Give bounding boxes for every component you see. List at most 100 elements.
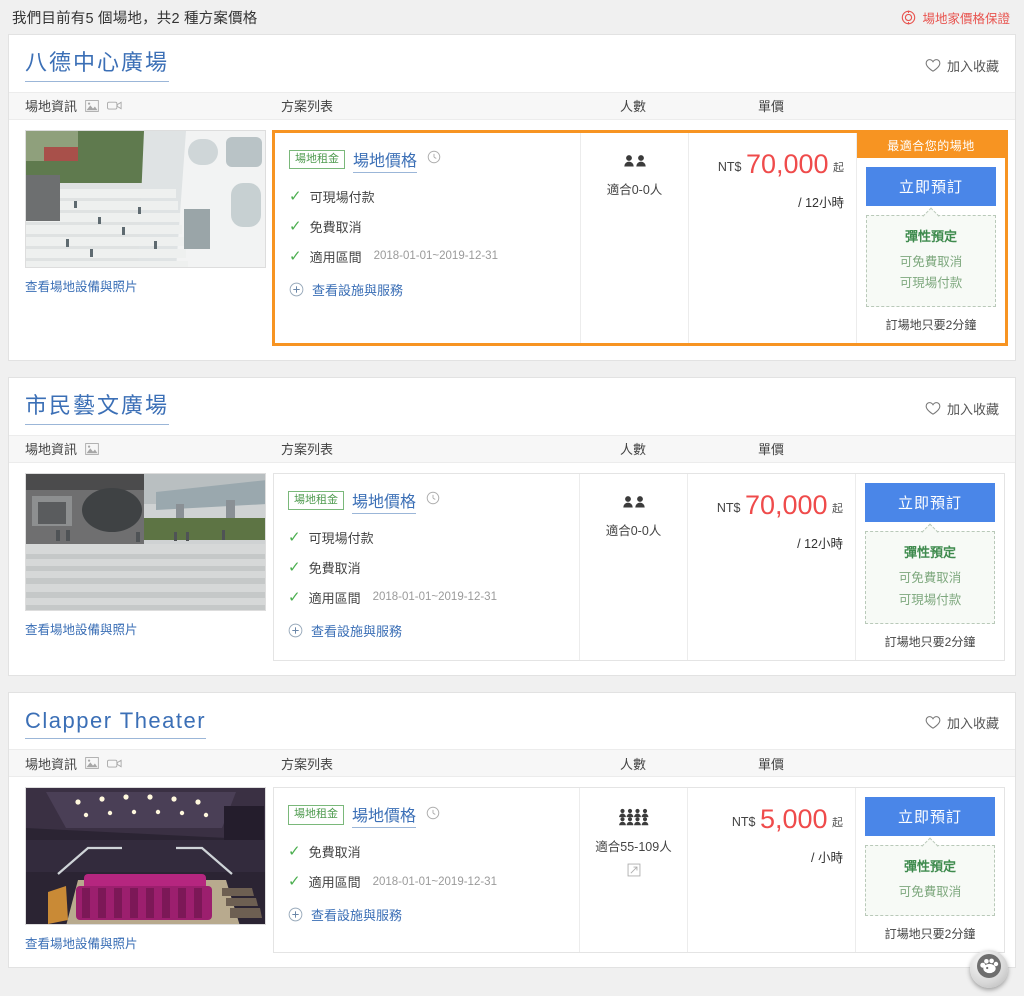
view-facilities-link[interactable]: 查看設施與服務	[289, 280, 566, 299]
image-icon[interactable]	[85, 757, 99, 769]
view-facilities-link[interactable]: 查看設施與服務	[288, 621, 565, 640]
check-icon: ✓	[289, 247, 302, 265]
flexible-booking-title: 彈性預定	[904, 228, 957, 244]
book-now-button[interactable]: 立即預訂	[865, 482, 995, 522]
column-header-info: 場地資訊	[9, 439, 273, 458]
plus-circle-icon	[288, 907, 303, 922]
plan-name-link[interactable]: 場地價格	[352, 802, 417, 828]
price-from-suffix: 起	[833, 161, 844, 174]
check-icon: ✓	[288, 558, 301, 576]
heart-outline-icon	[925, 58, 941, 73]
price-guarantee-badge: 場地家價格保證	[901, 8, 1010, 27]
venue-title-link[interactable]: 八德中心廣場	[25, 49, 170, 82]
plan-name-link[interactable]: 場地價格	[353, 147, 418, 173]
column-header-price: 單價	[757, 99, 784, 114]
capacity-text: 適合0-0人	[606, 182, 663, 197]
book-now-button[interactable]: 立即預訂	[866, 166, 996, 206]
column-header-plan: 方案列表	[281, 756, 334, 772]
price-from-suffix: 起	[832, 817, 843, 829]
plan-row: 場地租金 場地價格 ✓ 免費取消 ✓ 適用區間 2018-01-01~2019-…	[273, 787, 1005, 953]
heart-outline-icon	[925, 715, 941, 730]
venue-card-body: 查看場地設備與照片 場地租金 場地價格 ✓ 免費取消 ✓ 適用區間 2018-0…	[9, 777, 1015, 967]
plan-feature: ✓ 可現場付款	[289, 187, 566, 206]
price-amount: 70,000	[744, 489, 828, 520]
clock-icon	[426, 491, 440, 510]
venue-photo-link[interactable]: 查看場地設備與照片	[25, 933, 267, 952]
flexible-booking-title: 彈性預定	[903, 859, 956, 874]
plan-details-column: 場地租金 場地價格 ✓ 免費取消 ✓ 適用區間 2018-01-01~2019-…	[274, 788, 580, 952]
add-favorite-button[interactable]: 加入收藏	[925, 713, 999, 732]
check-icon: ✓	[289, 217, 302, 235]
view-facilities-label: 查看設施與服務	[312, 282, 404, 298]
plan-feature: ✓ 可現場付款	[288, 528, 565, 547]
price-column: NT$ 70,000 起 / 12小時	[689, 132, 857, 344]
view-facilities-link[interactable]: 查看設施與服務	[288, 905, 565, 924]
book-now-button[interactable]: 立即預訂	[865, 797, 995, 836]
chat-widget-button[interactable]	[970, 949, 1008, 988]
venue-title-link[interactable]: Clapper Theater	[25, 707, 207, 739]
flexible-booking-title: 彈性預定	[903, 544, 956, 560]
price-unit: / 小時	[811, 851, 843, 865]
venue-card-header: 市民藝文廣場 加入收藏	[9, 378, 1015, 435]
add-favorite-button[interactable]: 加入收藏	[925, 399, 999, 418]
venue-title-link[interactable]: 市民藝文廣場	[25, 392, 170, 425]
venue-photo[interactable]	[25, 787, 266, 925]
plan-date-label: 適用區間	[309, 249, 362, 265]
column-header-row: 場地資訊 方案列表 人數 單價	[9, 91, 1015, 120]
flexible-booking-box: 彈性預定 可免費取消	[865, 845, 995, 916]
plan-date-range-row: ✓ 適用區間 2018-01-01~2019-12-31	[288, 872, 565, 891]
video-icon[interactable]	[107, 100, 122, 111]
price-amount: 5,000	[759, 804, 828, 834]
plus-circle-icon	[289, 282, 304, 297]
results-summary: 我們目前有5 個場地，共2 種方案價格	[12, 10, 258, 27]
expand-square-icon[interactable]	[627, 863, 641, 882]
add-favorite-label: 加入收藏	[946, 402, 999, 417]
image-icon[interactable]	[85, 99, 99, 112]
price-guarantee-label: 場地家價格保證	[922, 11, 1010, 26]
booking-inner: 立即預訂 彈性預定 可免費取消 可現場付款 訂場地只要2分鐘	[856, 474, 1004, 660]
check-icon: ✓	[288, 528, 301, 546]
venue-card-body: 查看場地設備與照片 場地租金 場地價格 ✓ 可現場付款 ✓ 免費取消 ✓ 適用區…	[9, 120, 1015, 361]
plan-details-column: 場地租金 場地價格 ✓ 可現場付款 ✓ 免費取消 ✓ 適用區間 2018-01-…	[274, 473, 580, 660]
column-header-people: 人數	[619, 756, 646, 772]
capacity-column: 適合0-0人	[581, 132, 689, 344]
venue-photo[interactable]	[25, 129, 266, 268]
venue-card-header: Clapper Theater 加入收藏	[9, 693, 1015, 750]
capacity-column: 適合0-0人	[580, 473, 688, 660]
venue-photo-link[interactable]: 查看場地設備與照片	[25, 619, 267, 638]
column-header-people: 人數	[619, 99, 646, 114]
price-from-suffix: 起	[832, 502, 843, 515]
flex-policy-item: 可免費取消	[898, 885, 962, 899]
venue-photo-link[interactable]: 查看場地設備與照片	[25, 276, 266, 295]
people-icon	[584, 492, 683, 517]
best-match-banner: 最適合您的場地	[857, 132, 1005, 158]
plan-title-row: 場地租金 場地價格	[288, 802, 565, 828]
flex-policy-item: 可現場付款	[898, 592, 962, 607]
image-icon[interactable]	[85, 442, 99, 455]
column-header-row: 場地資訊 方案列表 人數 單價	[9, 749, 1015, 777]
add-favorite-label: 加入收藏	[946, 716, 999, 732]
flex-policy-item: 可現場付款	[899, 276, 963, 291]
venue-info-column: 查看場地設備與照片	[19, 129, 272, 295]
quick-booking-note: 訂場地只要2分鐘	[885, 318, 977, 333]
column-header-info-label: 場地資訊	[25, 756, 78, 772]
add-favorite-button[interactable]: 加入收藏	[925, 56, 999, 75]
results-topbar: 我們目前有5 個場地，共2 種方案價格 場地家價格保證	[8, 0, 1016, 34]
add-favorite-label: 加入收藏	[946, 58, 999, 74]
video-icon[interactable]	[107, 758, 122, 769]
venue-photo[interactable]	[25, 472, 266, 611]
currency-label: NT$	[717, 159, 742, 174]
plan-date-label: 適用區間	[308, 875, 361, 890]
column-header-row: 場地資訊 方案列表 人數 單價	[9, 434, 1015, 463]
column-header-price: 單價	[757, 756, 784, 772]
booking-column: 最適合您的場地 立即預訂 彈性預定 可免費取消 可現場付款 訂場地只要2分鐘	[857, 132, 1005, 344]
venue-card-body: 查看場地設備與照片 場地租金 場地價格 ✓ 可現場付款 ✓ 免費取消 ✓ 適用區…	[9, 463, 1015, 675]
view-facilities-label: 查看設施與服務	[311, 908, 403, 923]
plan-name-link[interactable]: 場地價格	[352, 488, 417, 514]
people-icon	[585, 151, 684, 176]
view-facilities-label: 查看設施與服務	[311, 623, 403, 639]
column-header-plan: 方案列表	[281, 442, 334, 458]
rent-badge: 場地租金	[289, 149, 345, 170]
people-icon	[584, 806, 683, 833]
price-line: NT$ 70,000 起	[694, 490, 843, 521]
